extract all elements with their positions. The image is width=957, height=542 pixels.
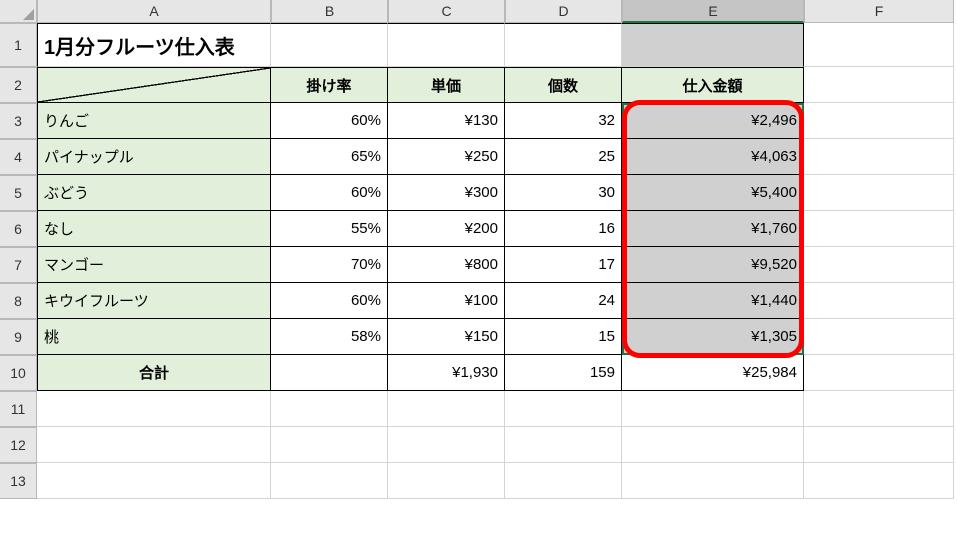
header-unitprice[interactable]: 単価 bbox=[388, 67, 505, 103]
item-name-2[interactable]: ぶどう bbox=[37, 175, 271, 211]
item-price-1[interactable]: ¥250 bbox=[388, 139, 505, 175]
item-price-2[interactable]: ¥300 bbox=[388, 175, 505, 211]
cell-C11[interactable] bbox=[388, 391, 505, 427]
diagonal-header[interactable] bbox=[37, 67, 271, 103]
cell-F1[interactable] bbox=[804, 23, 954, 67]
cell-C13[interactable] bbox=[388, 463, 505, 499]
item-rate-5[interactable]: 60% bbox=[271, 283, 388, 319]
cell-F5[interactable] bbox=[804, 175, 954, 211]
cell-B13[interactable] bbox=[271, 463, 388, 499]
cell-C1[interactable] bbox=[388, 23, 505, 67]
item-amount-0[interactable]: ¥2,496 bbox=[622, 103, 804, 139]
item-name-1[interactable]: パイナップル bbox=[37, 139, 271, 175]
cell-E1[interactable] bbox=[622, 23, 804, 67]
cell-F11[interactable] bbox=[804, 391, 954, 427]
row-header-3[interactable]: 3 bbox=[0, 103, 37, 139]
cell-F8[interactable] bbox=[804, 283, 954, 319]
row-header-4[interactable]: 4 bbox=[0, 139, 37, 175]
item-name-3[interactable]: なし bbox=[37, 211, 271, 247]
item-name-5[interactable]: キウイフルーツ bbox=[37, 283, 271, 319]
cell-A12[interactable] bbox=[37, 427, 271, 463]
row-header-10[interactable]: 10 bbox=[0, 355, 37, 391]
cell-F3[interactable] bbox=[804, 103, 954, 139]
cell-C12[interactable] bbox=[388, 427, 505, 463]
row-header-2[interactable]: 2 bbox=[0, 67, 37, 103]
item-qty-4[interactable]: 17 bbox=[505, 247, 622, 283]
item-qty-1[interactable]: 25 bbox=[505, 139, 622, 175]
col-header-B[interactable]: B bbox=[271, 0, 388, 23]
item-price-4[interactable]: ¥800 bbox=[388, 247, 505, 283]
total-label[interactable]: 合計 bbox=[37, 355, 271, 391]
item-qty-5[interactable]: 24 bbox=[505, 283, 622, 319]
col-header-C[interactable]: C bbox=[388, 0, 505, 23]
row-header-7[interactable]: 7 bbox=[0, 247, 37, 283]
row-header-12[interactable]: 12 bbox=[0, 427, 37, 463]
item-rate-1[interactable]: 65% bbox=[271, 139, 388, 175]
row-header-6[interactable]: 6 bbox=[0, 211, 37, 247]
item-rate-2[interactable]: 60% bbox=[271, 175, 388, 211]
cell-F10[interactable] bbox=[804, 355, 954, 391]
header-qty[interactable]: 個数 bbox=[505, 67, 622, 103]
total-rate[interactable] bbox=[271, 355, 388, 391]
cell-B12[interactable] bbox=[271, 427, 388, 463]
row-header-11[interactable]: 11 bbox=[0, 391, 37, 427]
spreadsheet-grid[interactable]: A B C D E F 1 1月分フルーツ仕入表 2 掛け率 単価 個数 仕入金… bbox=[0, 0, 957, 499]
row-header-8[interactable]: 8 bbox=[0, 283, 37, 319]
row-header-1[interactable]: 1 bbox=[0, 23, 37, 67]
item-price-3[interactable]: ¥200 bbox=[388, 211, 505, 247]
col-header-E[interactable]: E bbox=[622, 0, 804, 23]
cell-E13[interactable] bbox=[622, 463, 804, 499]
item-rate-3[interactable]: 55% bbox=[271, 211, 388, 247]
cell-E12[interactable] bbox=[622, 427, 804, 463]
row-header-9[interactable]: 9 bbox=[0, 319, 37, 355]
item-qty-3[interactable]: 16 bbox=[505, 211, 622, 247]
col-header-F[interactable]: F bbox=[804, 0, 954, 23]
item-price-5[interactable]: ¥100 bbox=[388, 283, 505, 319]
cell-A13[interactable] bbox=[37, 463, 271, 499]
select-all-corner[interactable] bbox=[0, 0, 37, 23]
cell-D11[interactable] bbox=[505, 391, 622, 427]
col-header-D[interactable]: D bbox=[505, 0, 622, 23]
total-amount[interactable]: ¥25,984 bbox=[622, 355, 804, 391]
cell-D1[interactable] bbox=[505, 23, 622, 67]
cell-B1[interactable] bbox=[271, 23, 388, 67]
header-amount[interactable]: 仕入金額 bbox=[622, 67, 804, 103]
cell-E11[interactable] bbox=[622, 391, 804, 427]
total-price[interactable]: ¥1,930 bbox=[388, 355, 505, 391]
item-amount-1[interactable]: ¥4,063 bbox=[622, 139, 804, 175]
item-name-0[interactable]: りんご bbox=[37, 103, 271, 139]
cell-D13[interactable] bbox=[505, 463, 622, 499]
col-header-A[interactable]: A bbox=[37, 0, 271, 23]
item-price-0[interactable]: ¥130 bbox=[388, 103, 505, 139]
item-rate-6[interactable]: 58% bbox=[271, 319, 388, 355]
header-rate[interactable]: 掛け率 bbox=[271, 67, 388, 103]
item-qty-0[interactable]: 32 bbox=[505, 103, 622, 139]
item-amount-6[interactable]: ¥1,305 bbox=[622, 319, 804, 355]
cell-F6[interactable] bbox=[804, 211, 954, 247]
item-name-4[interactable]: マンゴー bbox=[37, 247, 271, 283]
cell-F9[interactable] bbox=[804, 319, 954, 355]
item-name-6[interactable]: 桃 bbox=[37, 319, 271, 355]
item-rate-0[interactable]: 60% bbox=[271, 103, 388, 139]
cell-F4[interactable] bbox=[804, 139, 954, 175]
cell-F13[interactable] bbox=[804, 463, 954, 499]
item-qty-6[interactable]: 15 bbox=[505, 319, 622, 355]
item-amount-3[interactable]: ¥1,760 bbox=[622, 211, 804, 247]
title-cell[interactable]: 1月分フルーツ仕入表 bbox=[37, 23, 271, 67]
item-amount-5[interactable]: ¥1,440 bbox=[622, 283, 804, 319]
cell-A11[interactable] bbox=[37, 391, 271, 427]
cell-F2[interactable] bbox=[804, 67, 954, 103]
item-rate-4[interactable]: 70% bbox=[271, 247, 388, 283]
item-amount-2[interactable]: ¥5,400 bbox=[622, 175, 804, 211]
item-price-6[interactable]: ¥150 bbox=[388, 319, 505, 355]
cell-B11[interactable] bbox=[271, 391, 388, 427]
cell-F12[interactable] bbox=[804, 427, 954, 463]
cell-D12[interactable] bbox=[505, 427, 622, 463]
total-qty[interactable]: 159 bbox=[505, 355, 622, 391]
row-header-5[interactable]: 5 bbox=[0, 175, 37, 211]
item-amount-4[interactable]: ¥9,520 bbox=[622, 247, 804, 283]
row-header-13[interactable]: 13 bbox=[0, 463, 37, 499]
cell-F7[interactable] bbox=[804, 247, 954, 283]
item-qty-2[interactable]: 30 bbox=[505, 175, 622, 211]
